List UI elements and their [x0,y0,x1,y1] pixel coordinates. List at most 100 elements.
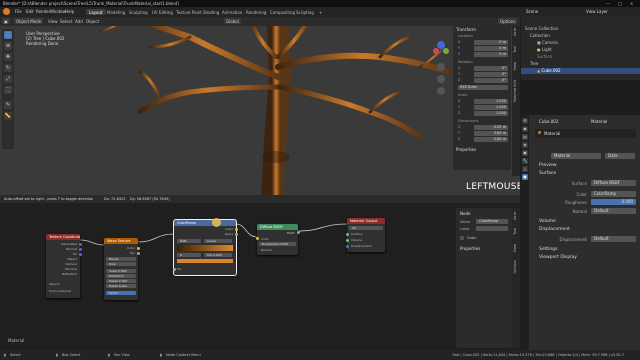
dimensions-x-field[interactable]: 4.25 m [474,125,508,130]
input-socket[interactable] [172,268,176,271]
location-z-field[interactable]: 0 m [474,52,508,57]
editor-type-icon[interactable]: ▣ [2,18,10,24]
output-socket[interactable] [136,247,140,250]
wave-distortion-field[interactable]: Distortion [106,274,136,278]
rotation-mode-dropdown[interactable]: XYZ Euler [458,85,508,90]
object-properties-icon[interactable]: ▣ [522,150,528,156]
node-material-output[interactable]: Material Output All Surface Volume Displ… [345,218,385,252]
wave-profile-dropdown[interactable]: Sine [106,262,136,266]
rotation-x-field[interactable]: 0° [474,66,508,71]
scale-icon[interactable]: ⤢ [4,75,12,83]
material-link-dropdown[interactable]: Data [605,153,635,159]
output-socket[interactable] [234,233,238,236]
location-y-field[interactable]: 0 m [474,46,508,51]
output-socket[interactable] [78,253,82,256]
menu-file[interactable]: File [15,9,22,14]
scale-z-field[interactable]: 1.000 [474,111,508,116]
displacement-section[interactable]: Displacement [539,227,570,232]
outliner-row-light[interactable]: ● Light [521,47,640,53]
add-workspace-button[interactable]: + [316,9,325,15]
outliner-row-scene-collection[interactable]: Scene Collection [521,26,640,32]
data-properties-icon[interactable]: △ [522,166,528,172]
viewport-options-dropdown[interactable]: Options [498,18,518,24]
output-socket[interactable] [296,231,300,234]
input-socket[interactable] [345,239,349,242]
tool-properties-icon[interactable]: ⚙ [522,118,528,124]
sidebar-tab-material-edit[interactable]: Material Edit [513,80,519,102]
node-tab-options[interactable]: Options [513,260,519,274]
stop-position-field[interactable]: Pos 0.000 [204,253,232,257]
sidebar-tab-item[interactable]: Item [513,28,519,36]
node-tab-item[interactable]: Item [513,212,519,220]
outliner-row-cube-002[interactable]: ▲ Cube.002 [521,68,640,74]
viewport-menu-add[interactable]: Add [75,19,83,24]
node-texture-coordinate[interactable]: Texture Coordinate Generated Normal UV O… [46,234,82,298]
annotate-icon[interactable]: ✎ [4,101,12,109]
dimensions-y-field[interactable]: 3.89 m [474,131,508,136]
wave-detail-scale-field[interactable]: Detail Scale [106,284,136,288]
wave-vector-input[interactable]: Vector [106,291,136,295]
scene-selector[interactable]: Scene [526,9,538,14]
workspace-tab-rendering[interactable]: Rendering [243,9,269,15]
menu-window[interactable]: Window [50,9,66,14]
blender-logo-icon[interactable] [3,8,10,15]
sidebar-tab-tool[interactable]: Tool [513,46,519,53]
roughness-slider[interactable]: 0.000 [591,199,636,205]
node-tab-view[interactable]: View [513,244,519,252]
node-name-field[interactable]: ColorRamp [476,219,508,224]
volume-section[interactable]: Volume [539,219,556,224]
input-socket[interactable] [345,233,349,236]
output-socket[interactable] [136,252,140,255]
interpolation-dropdown[interactable]: Linear [204,239,232,243]
output-socket[interactable] [234,228,238,231]
menu-edit[interactable]: Edit [26,9,34,14]
displacement-input-field[interactable]: Default [591,236,636,242]
wave-detail-field[interactable]: Detail 2.000 [106,279,136,283]
surface-section[interactable]: Surface [539,171,556,176]
transform-orientation-dropdown[interactable]: Global [224,18,241,24]
scene-properties-icon[interactable]: ◈ [522,142,528,148]
color-mode-dropdown[interactable]: RGB [177,239,201,243]
move-icon[interactable]: ✥ [4,53,12,61]
cursor-icon[interactable]: ⊕ [4,42,12,50]
viewport-display-section[interactable]: Viewport Display [539,255,577,260]
rotation-z-field[interactable]: 0° [474,78,508,83]
preview-section[interactable]: Preview [539,163,557,168]
transform-header[interactable]: Transform [456,27,476,32]
outliner-row-surface[interactable]: Surface [521,54,640,60]
scale-y-field[interactable]: 1.000 [474,105,508,110]
color-input-field[interactable]: ColorRamp [591,191,636,197]
settings-section[interactable]: Settings [539,247,557,252]
workspace-tab-layout[interactable]: Layout [86,9,106,15]
node-colorramp[interactable]: ColorRamp Color Alpha RGB Linear 0 Pos 0… [172,219,238,276]
shader-node-editor[interactable]: Texture Coordinate Generated Normal UV O… [0,203,520,350]
close-button[interactable]: ✕ [630,1,633,6]
workspace-tab-animation[interactable]: Animation [219,9,245,15]
viewport-menu-object[interactable]: Object [86,19,99,24]
stop-color-swatch[interactable] [177,259,233,263]
color-ramp-gradient[interactable] [177,245,233,251]
roughness-field[interactable]: Roughness 0.000 [259,242,296,246]
output-socket[interactable] [78,243,82,246]
node-diffuse-bsdf[interactable]: Diffuse BSDF BSDF Color Roughness 0.000 … [255,224,300,255]
view-layer-selector[interactable]: View Layer [586,9,608,14]
scale-x-field[interactable]: 1.000 [474,99,508,104]
outliner-row-collection[interactable]: Collection [521,33,640,39]
color-checkbox[interactable] [460,236,464,240]
maximize-button[interactable]: □ [618,1,622,6]
properties-subpanel-header[interactable]: Properties [456,147,476,152]
input-socket[interactable] [345,245,349,248]
viewport-menu-select[interactable]: Select [60,19,72,24]
workspace-tab-sculpting[interactable]: Sculpting [126,9,151,15]
normal-input-field[interactable]: Default [591,208,636,214]
material-slot-list[interactable]: Material [535,129,636,138]
menu-help[interactable]: Help [65,9,74,14]
location-x-field[interactable]: 0 m [474,40,508,45]
surface-shader-field[interactable]: Diffuse BSDF [591,180,636,186]
render-properties-icon[interactable]: ◉ [522,126,528,132]
dimensions-z-field[interactable]: 3.89 m [474,137,508,142]
measure-icon[interactable]: 📏 [4,112,12,120]
sidebar-tab-view[interactable]: View [513,62,519,70]
output-properties-icon[interactable]: ▤ [522,134,528,140]
modifier-properties-icon[interactable]: 🔧 [522,158,528,164]
